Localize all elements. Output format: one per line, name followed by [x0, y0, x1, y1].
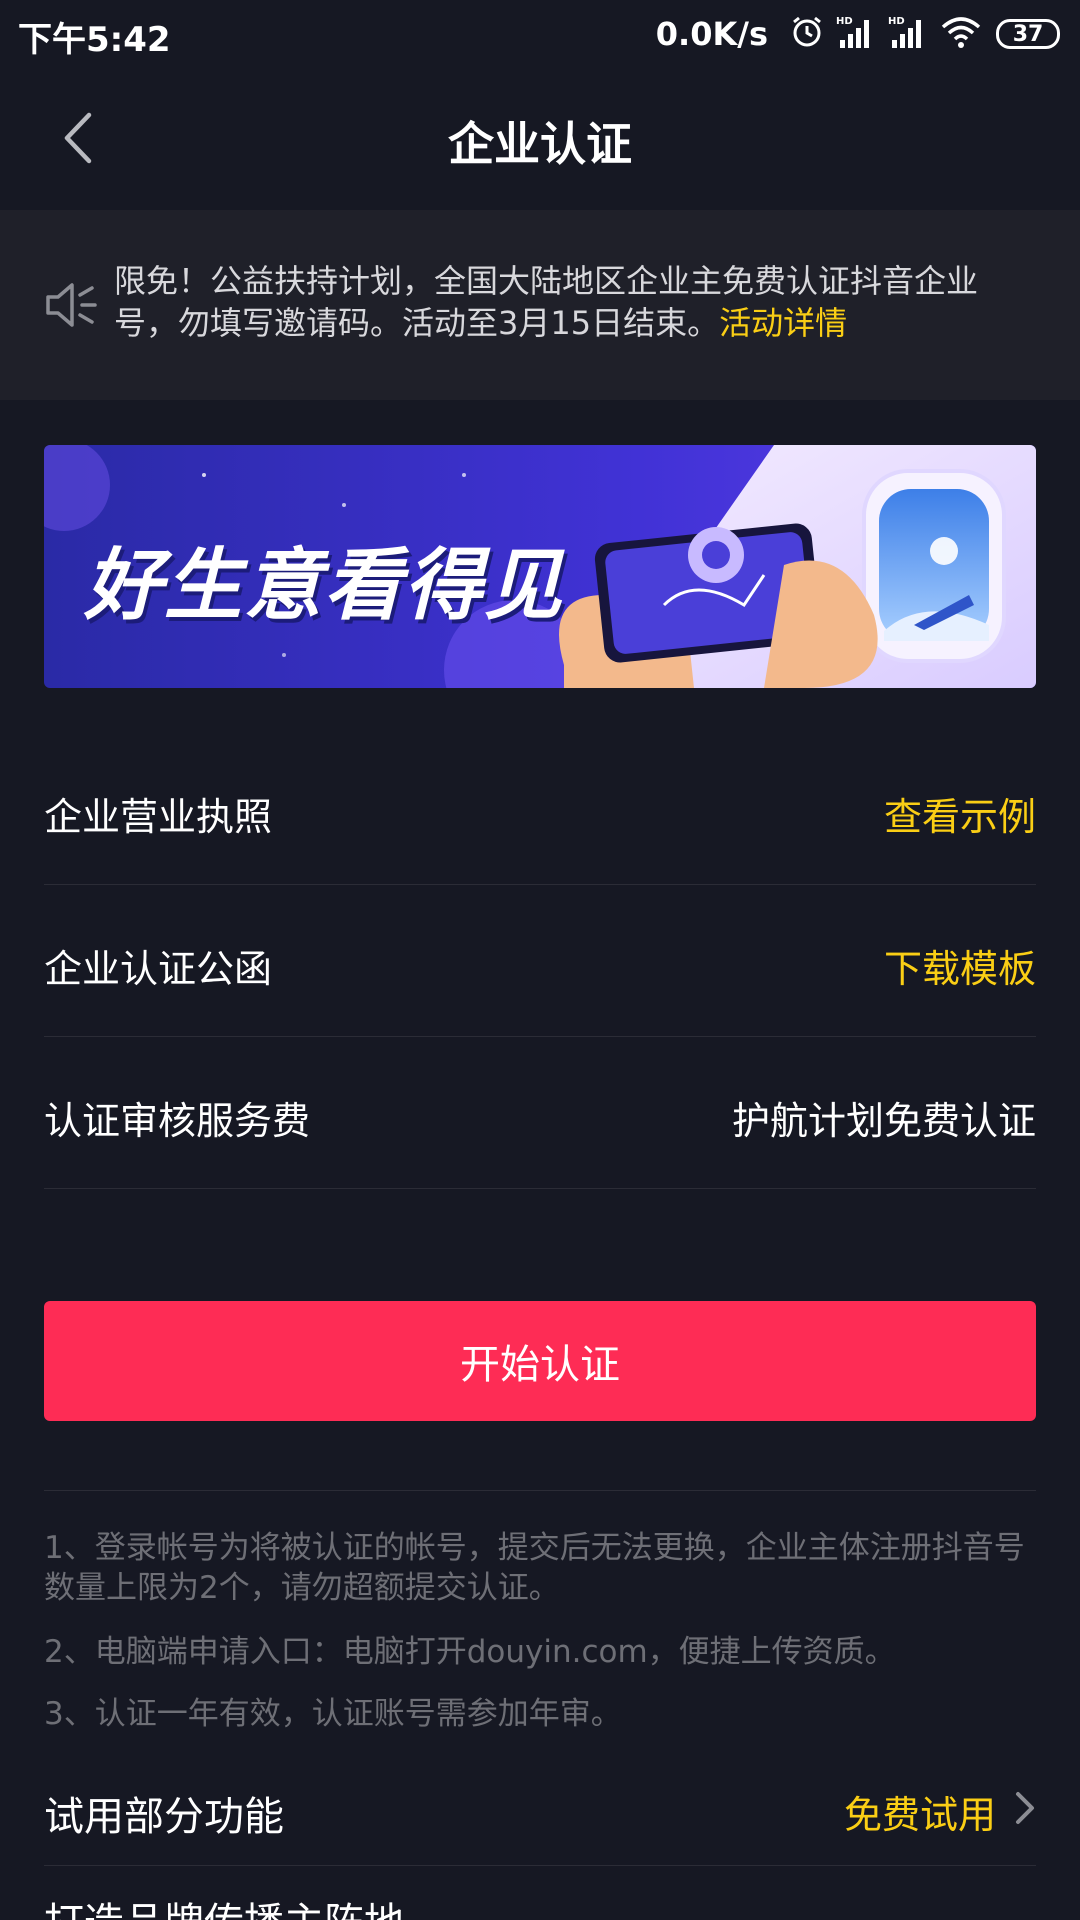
trial-row[interactable]: 试用部分功能 免费试用 — [44, 1760, 1036, 1866]
screen: 下午5:42 0.0K/s HD HD 37 企业认证 限免！公益扶持计划，全国… — [0, 0, 1080, 1920]
svg-text:HD: HD — [836, 16, 853, 27]
wifi-icon — [940, 15, 982, 53]
row-review-fee: 认证审核服务费 护航计划免费认证 — [44, 1036, 1036, 1189]
trial-label: 试用部分功能 — [44, 1794, 284, 1840]
battery-level: 37 — [1012, 21, 1044, 47]
note-item: 3、认证一年有效，认证账号需参加年审。 — [44, 1696, 622, 1732]
status-bar: 下午5:42 0.0K/s HD HD 37 — [0, 0, 1080, 66]
page-title: 企业认证 — [448, 117, 632, 171]
signal-hd-icon: HD — [888, 14, 928, 54]
chevron-right-icon — [1014, 1790, 1036, 1830]
start-certification-button[interactable]: 开始认证 — [44, 1301, 1036, 1421]
notice-details-link[interactable]: 活动详情 — [719, 304, 847, 342]
status-right: 0.0K/s HD HD 37 — [656, 12, 1060, 56]
row-label: 认证审核服务费 — [44, 1099, 311, 1143]
view-example-link[interactable]: 查看示例 — [884, 786, 1036, 841]
note-item: 1、登录帐号为将被认证的帐号，提交后无法更换，企业主体注册抖音号数量上限为2个，… — [44, 1530, 1025, 1606]
row-label: 企业营业执照 — [44, 795, 273, 839]
battery-icon: 37 — [996, 19, 1060, 49]
notice-banner: 限免！公益扶持计划，全国大陆地区企业主免费认证抖音企业号，勿填写邀请码。活动至3… — [0, 210, 1080, 400]
banner-headline: 好生意看得见 — [84, 541, 565, 631]
speaker-icon — [44, 280, 98, 334]
header: 企业认证 — [0, 66, 1080, 210]
signal-hd-icon: HD — [836, 14, 876, 54]
free-trial-link[interactable]: 免费试用 — [844, 1784, 996, 1839]
download-template-link[interactable]: 下载模板 — [884, 938, 1036, 993]
fee-value: 护航计划免费认证 — [731, 1099, 1036, 1143]
status-time: 下午5:42 — [18, 20, 171, 60]
notice-message: 限免！公益扶持计划，全国大陆地区企业主免费认证抖音企业号，勿填写邀请码。活动至3… — [114, 262, 979, 342]
alarm-icon — [790, 15, 824, 53]
divider — [44, 1490, 1036, 1491]
note-item: 2、电脑端申请入口：电脑打开douyin.com，便捷上传资质。 — [44, 1634, 896, 1670]
net-speed: 0.0K/s — [655, 15, 768, 53]
svg-text:HD: HD — [888, 16, 905, 27]
promo-banner[interactable]: 好生意看得见 — [44, 445, 1036, 688]
row-label: 企业认证公函 — [44, 947, 273, 991]
row-certification-letter: 企业认证公函 下载模板 — [44, 884, 1036, 1037]
row-business-license: 企业营业执照 查看示例 — [44, 732, 1036, 885]
next-section-label: 打造品牌传播主阵地 — [44, 1890, 404, 1920]
notice-text: 限免！公益扶持计划，全国大陆地区企业主免费认证抖音企业号，勿填写邀请码。活动至3… — [114, 260, 1014, 344]
